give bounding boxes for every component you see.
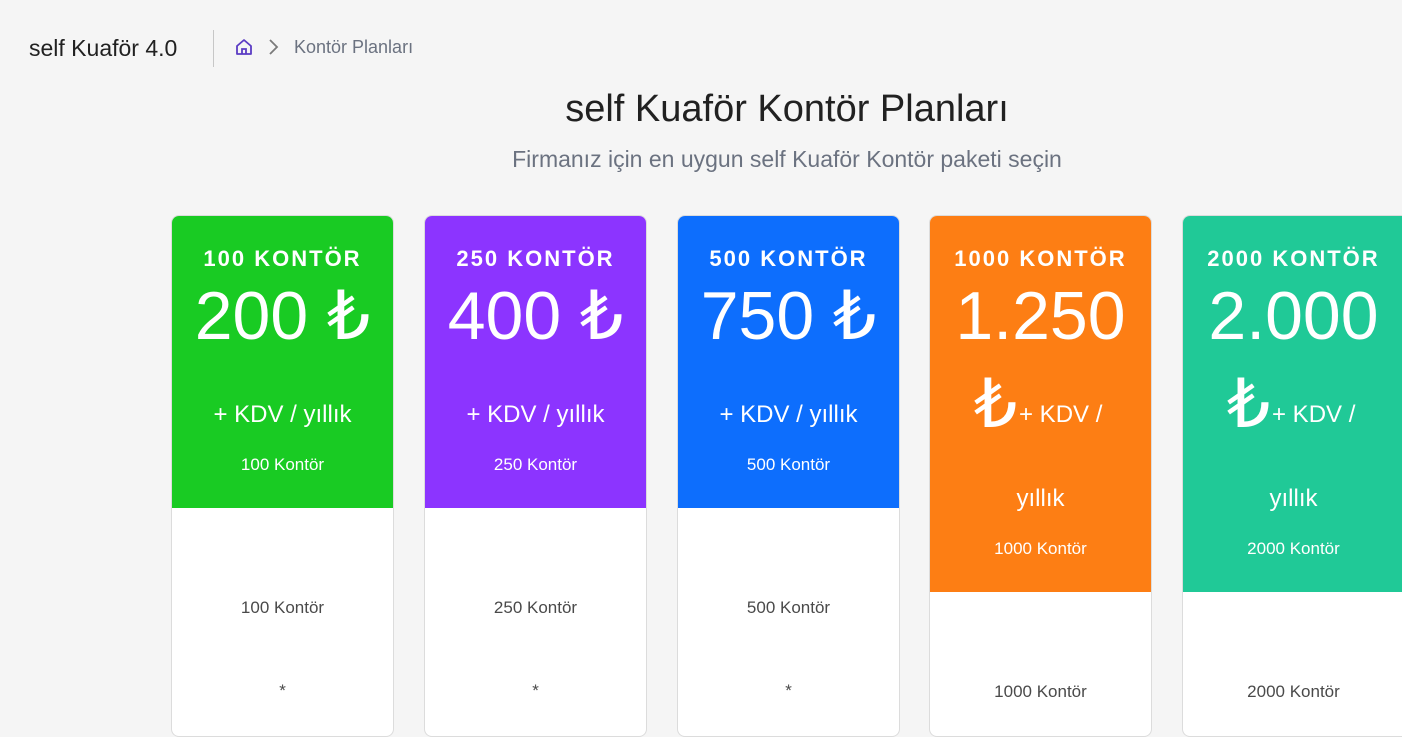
plan-star: * [279, 681, 286, 700]
plan-count: 1000 Kontör [994, 539, 1087, 558]
plan-price: 2.000 [1208, 278, 1379, 354]
plan-count: 100 Kontör [240, 455, 325, 474]
plan-price: 750 ₺ [700, 278, 877, 354]
plan-header: 100 KONTÖR 200 ₺ + KDV / yıllık 100 Kont… [172, 216, 393, 508]
plan-period: yıllık [1016, 485, 1065, 512]
plan-count: 250 Kontör [493, 455, 578, 474]
plan-feature: 1000 Kontör [994, 682, 1087, 701]
plan-feature: 500 Kontör [746, 598, 831, 617]
header-divider [213, 30, 214, 67]
plan-star: * [532, 681, 539, 700]
plan-name: 2000 KONTÖR [1207, 246, 1380, 271]
plan-card-1000[interactable]: 1000 KONTÖR 1.250 ₺ + KDV / yıllık 1000 … [929, 215, 1152, 737]
plan-kdv: + KDV / [1019, 401, 1103, 428]
app-title[interactable]: self Kuaför 4.0 [29, 35, 177, 62]
plan-card-2000[interactable]: 2000 KONTÖR 2.000 ₺ + KDV / yıllık 2000 … [1182, 215, 1402, 737]
plan-period: yıllık [1269, 485, 1318, 512]
home-icon[interactable] [234, 37, 254, 57]
plan-header: 1000 KONTÖR 1.250 ₺ + KDV / yıllık 1000 … [930, 216, 1151, 592]
plan-name: 1000 KONTÖR [954, 246, 1127, 271]
plan-card-100[interactable]: 100 KONTÖR 200 ₺ + KDV / yıllık 100 Kont… [171, 215, 394, 737]
chevron-right-icon [269, 39, 279, 55]
plan-name: 250 KONTÖR [456, 246, 615, 271]
top-bar: self Kuaför 4.0 Kontör Planları [0, 0, 1402, 96]
plan-header: 250 KONTÖR 400 ₺ + KDV / yıllık 250 Kont… [425, 216, 646, 508]
plan-header: 500 KONTÖR 750 ₺ + KDV / yıllık 500 Kont… [678, 216, 899, 508]
plan-price: 1.250 [955, 278, 1126, 354]
plan-currency: ₺ [1227, 366, 1271, 442]
plan-name: 500 KONTÖR [709, 246, 868, 271]
plan-card-500[interactable]: 500 KONTÖR 750 ₺ + KDV / yıllık 500 Kont… [677, 215, 900, 737]
plan-feature: 2000 Kontör [1247, 682, 1340, 701]
plan-price: 400 ₺ [447, 278, 624, 354]
page-title: self Kuaför Kontör Planları [565, 88, 1009, 130]
plan-currency: ₺ [974, 366, 1018, 442]
plan-kdv: + KDV / [1272, 401, 1356, 428]
plan-price: 200 ₺ [194, 278, 371, 354]
plan-card-250[interactable]: 250 KONTÖR 400 ₺ + KDV / yıllık 250 Kont… [424, 215, 647, 737]
breadcrumb-current: Kontör Planları [294, 37, 414, 57]
page-subtitle: Firmanız için en uygun self Kuaför Kontö… [512, 146, 1062, 172]
plan-kdv: + KDV / yıllık [213, 401, 352, 428]
plan-star: * [785, 681, 792, 700]
plan-kdv: + KDV / yıllık [466, 401, 605, 428]
plan-name: 100 KONTÖR [203, 246, 362, 271]
plan-count: 2000 Kontör [1247, 539, 1340, 558]
plan-feature: 100 Kontör [240, 598, 325, 617]
plan-kdv: + KDV / yıllık [719, 401, 858, 428]
plan-count: 500 Kontör [746, 455, 831, 474]
plan-feature: 250 Kontör [493, 598, 578, 617]
plan-header: 2000 KONTÖR 2.000 ₺ + KDV / yıllık 2000 … [1183, 216, 1402, 592]
